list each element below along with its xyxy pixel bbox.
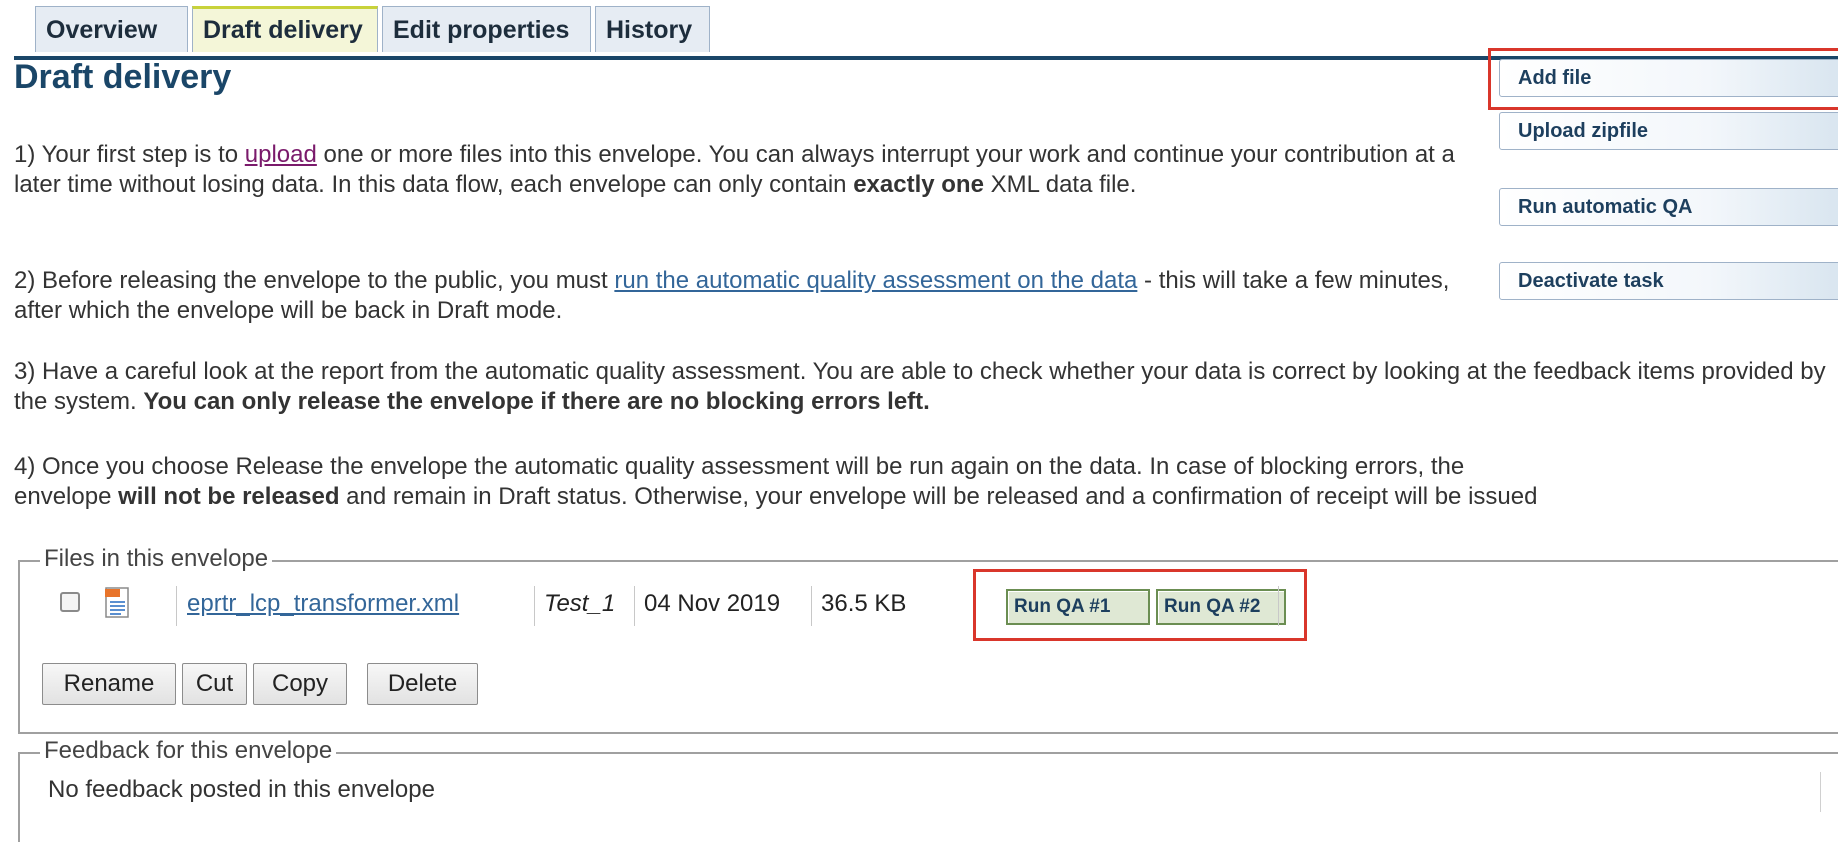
- rename-button[interactable]: Rename: [42, 663, 176, 705]
- step-4-text: 4) Once you choose Release the envelope …: [14, 452, 1838, 512]
- step-1-end: XML data file.: [983, 171, 1137, 198]
- xml-file-icon: [105, 587, 129, 618]
- run-qa-link[interactable]: run the automatic quality assessment on …: [614, 267, 1137, 294]
- feedback-legend: Feedback for this envelope: [40, 737, 337, 765]
- deactivate-task-button[interactable]: Deactivate task: [1499, 262, 1838, 300]
- cell-divider: [534, 586, 535, 626]
- feedback-scrollbar[interactable]: [1820, 772, 1821, 812]
- run-automatic-qa-button[interactable]: Run automatic QA: [1499, 188, 1838, 226]
- step-4-line-1: 4) Once you choose Release the envelope …: [14, 453, 1465, 480]
- cell-divider: [634, 586, 635, 626]
- tab-draft-delivery[interactable]: Draft delivery: [192, 6, 378, 52]
- step-1-intro: 1) Your first step is to: [14, 141, 245, 168]
- delete-button[interactable]: Delete: [367, 663, 478, 705]
- upload-zipfile-button[interactable]: Upload zipfile: [1499, 112, 1838, 150]
- copy-button[interactable]: Copy: [253, 663, 347, 705]
- step-4-emphasis: will not be released: [118, 483, 340, 510]
- step-4-line-2-start: envelope: [14, 483, 119, 510]
- run-qa-1-button[interactable]: Run QA #1: [1006, 589, 1150, 625]
- step-1-emphasis: exactly one: [853, 171, 984, 198]
- cell-divider: [811, 586, 812, 626]
- files-legend: Files in this envelope: [40, 545, 273, 573]
- tab-edit-properties[interactable]: Edit properties: [382, 6, 591, 52]
- add-file-button[interactable]: Add file: [1499, 59, 1838, 97]
- file-title: Test_1: [544, 590, 616, 617]
- cut-button[interactable]: Cut: [182, 663, 247, 705]
- run-qa-2-button[interactable]: Run QA #2: [1156, 589, 1286, 625]
- cell-divider: [176, 586, 177, 626]
- upload-link[interactable]: upload: [245, 141, 317, 168]
- step-3-emphasis: You can only release the envelope if the…: [143, 388, 930, 415]
- file-select-checkbox[interactable]: [60, 592, 80, 612]
- file-size: 36.5 KB: [821, 590, 907, 617]
- files-fieldset: Files in this envelope eprtr_lcp_transfo…: [18, 545, 1838, 734]
- feedback-fieldset: Feedback for this envelope No feedback p…: [18, 737, 1838, 842]
- step-3-text: 3) Have a careful look at the report fro…: [14, 357, 1838, 417]
- step-2-intro: 2) Before releasing the envelope to the …: [14, 267, 615, 294]
- page-title: Draft delivery: [14, 58, 232, 96]
- feedback-empty-text: No feedback posted in this envelope: [48, 776, 435, 803]
- step-2-text: 2) Before releasing the envelope to the …: [14, 266, 1494, 326]
- file-name-link[interactable]: eprtr_lcp_transformer.xml: [187, 590, 459, 618]
- step-4-line-2-end: and remain in Draft status. Otherwise, y…: [339, 483, 1538, 510]
- cell-divider: [1278, 586, 1279, 626]
- tab-history[interactable]: History: [595, 6, 710, 52]
- tab-overview[interactable]: Overview: [35, 6, 188, 52]
- tab-bar: Overview Draft delivery Edit properties …: [14, 6, 1838, 60]
- file-date: 04 Nov 2019: [644, 590, 781, 617]
- step-1-text: 1) Your first step is to upload one or m…: [14, 140, 1476, 200]
